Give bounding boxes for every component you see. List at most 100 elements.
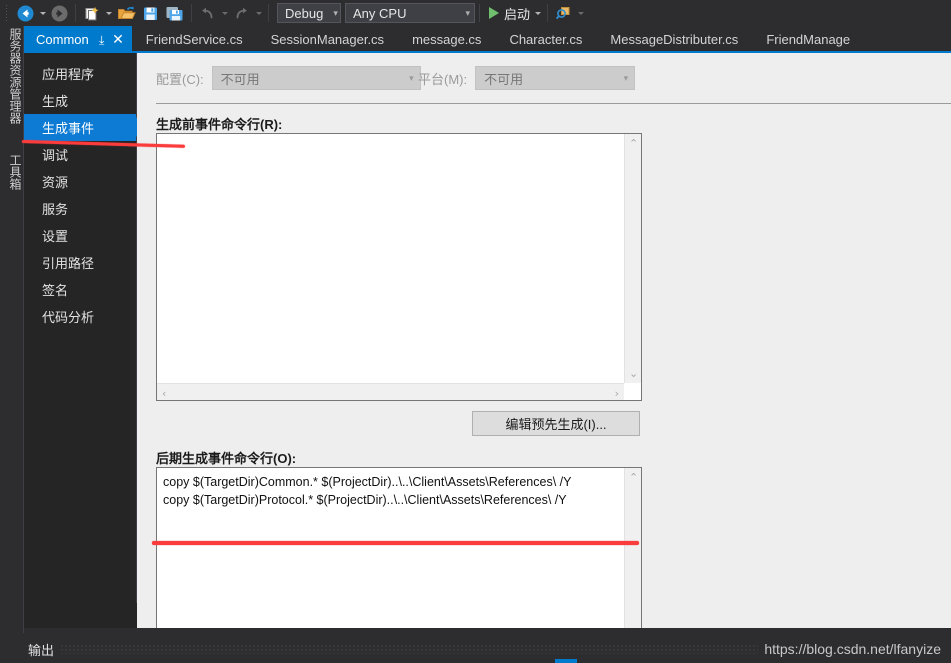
tab-label: FriendManage — [766, 32, 851, 47]
start-debug-label: 启动 — [504, 6, 531, 22]
toolbar-overflow-icon[interactable] — [575, 2, 586, 24]
status-dotted-filler — [60, 644, 759, 654]
properties-category-list: 应用程序 生成 生成事件 调试 资源 服务 设置 引用路径 签名 代码分析 — [24, 53, 145, 628]
configuration-row: 配置(C): 不可用 ▾ — [156, 66, 421, 90]
pre-build-horizontal-scrollbar[interactable]: ‹ › — [157, 383, 624, 400]
category-label: 应用程序 — [42, 67, 95, 82]
properties-panel-bottom-filler — [24, 603, 137, 628]
pre-build-label: 生成前事件命令行(R): — [156, 117, 283, 132]
category-signing[interactable]: 签名 — [24, 276, 136, 303]
post-build-line: copy $(TargetDir)Protocol.* $(ProjectDir… — [163, 493, 567, 507]
tab-character[interactable]: Character.cs — [495, 26, 596, 53]
chevron-down-icon: ▾ — [623, 72, 629, 83]
category-label: 调试 — [42, 148, 69, 163]
chevron-down-icon: ▾ — [465, 7, 470, 18]
open-folder-icon[interactable] — [114, 2, 139, 24]
chevron-down-icon: ▾ — [409, 72, 414, 83]
taskbar-accent-chip — [555, 659, 577, 663]
category-resources[interactable]: 资源 — [24, 168, 136, 195]
category-settings[interactable]: 设置 — [24, 222, 136, 249]
toolbar-grip[interactable] — [0, 0, 14, 26]
platform-combo[interactable]: Any CPU ▾ — [345, 3, 475, 23]
redo-icon[interactable] — [230, 2, 253, 24]
tab-label: message.cs — [412, 32, 482, 47]
chevron-down-icon: ▾ — [333, 7, 338, 18]
undo-dropdown-icon[interactable] — [219, 2, 230, 24]
output-label[interactable]: 输出 — [28, 640, 54, 659]
save-all-icon[interactable] — [162, 2, 187, 24]
new-item-dropdown-icon[interactable] — [103, 2, 114, 24]
tab-friendservice[interactable]: FriendService.cs — [132, 26, 257, 53]
undo-icon[interactable] — [196, 2, 219, 24]
platform-combo-value: Any CPU — [353, 5, 407, 21]
new-item-icon[interactable] — [80, 2, 103, 24]
category-label: 代码分析 — [42, 310, 95, 325]
redo-dropdown-icon[interactable] — [253, 2, 264, 24]
close-icon[interactable]: ✕ — [112, 33, 124, 47]
category-services[interactable]: 服务 — [24, 195, 136, 222]
pre-build-command-textarea[interactable]: ⌃ ⌄ ‹ › — [156, 133, 642, 401]
platform-value: 不可用 — [484, 71, 524, 87]
platform-select[interactable]: 不可用 ▾ — [475, 66, 636, 90]
toolbar-separator — [75, 4, 76, 22]
navigate-forward-icon[interactable] — [48, 2, 71, 24]
tab-sessionmanager[interactable]: SessionManager.cs — [257, 26, 398, 53]
category-reference-paths[interactable]: 引用路径 — [24, 249, 136, 276]
tab-label: SessionManager.cs — [270, 32, 385, 47]
category-label: 服务 — [42, 202, 69, 217]
category-build-events[interactable]: 生成事件 — [24, 114, 145, 141]
scroll-up-icon[interactable]: ⌃ — [629, 472, 638, 483]
server-explorer-tab[interactable]: 服务器资源管理器 — [0, 28, 24, 158]
scroll-up-icon[interactable]: ⌃ — [629, 138, 638, 149]
pre-build-text-content[interactable] — [157, 134, 624, 383]
category-label: 引用路径 — [42, 256, 95, 271]
navigate-back-icon[interactable] — [14, 2, 37, 24]
tab-common[interactable]: Common ⤓ ✕ — [24, 26, 132, 53]
toolbar-separator-3 — [268, 4, 269, 22]
post-build-line: copy $(TargetDir)Common.* $(ProjectDir).… — [163, 475, 572, 489]
tab-messagedistributer[interactable]: MessageDistributer.cs — [596, 26, 752, 53]
bottom-splitter[interactable] — [24, 628, 951, 635]
tab-label: FriendService.cs — [145, 32, 243, 47]
configuration-value: 不可用 — [220, 71, 260, 87]
platform-row: 平台(M): 不可用 ▾ — [418, 66, 636, 90]
document-tab-bar: Common ⤓ ✕ FriendService.cs SessionManag… — [0, 26, 951, 53]
tab-label: Common — [36, 32, 89, 47]
category-label: 生成 — [42, 94, 69, 109]
annotation-line-postbuild — [152, 541, 639, 545]
scroll-left-icon[interactable]: ‹ — [162, 388, 166, 399]
post-build-label: 后期生成事件命令行(O): — [156, 451, 297, 466]
category-label: 生成事件 — [42, 121, 95, 136]
watermark-text: https://blog.csdn.net/lfanyize — [764, 641, 941, 657]
scroll-right-icon[interactable]: › — [615, 388, 619, 399]
pin-icon[interactable]: ⤓ — [99, 33, 104, 47]
category-label: 签名 — [42, 283, 69, 298]
scroll-down-icon[interactable]: ⌄ — [629, 368, 638, 379]
left-vertical-dock: 服务器资源管理器 工具箱 — [0, 26, 24, 633]
tab-label: Character.cs — [509, 32, 583, 47]
output-status-bar: 输出 https://blog.csdn.net/lfanyize — [0, 635, 951, 663]
start-debug-button[interactable]: 启动 — [484, 2, 532, 24]
main-toolbar: Debug ▾ Any CPU ▾ 启动 — [0, 0, 951, 26]
toolbox-tab[interactable]: 工具箱 — [0, 154, 24, 214]
pre-build-vertical-scrollbar[interactable]: ⌃ ⌄ — [624, 134, 641, 383]
navigate-back-dropdown-icon[interactable] — [37, 2, 48, 24]
section-divider — [156, 103, 951, 104]
platform-label: 平台(M): — [418, 71, 468, 87]
configuration-select[interactable]: 不可用 ▾ — [211, 66, 421, 90]
toolbar-separator-4 — [479, 4, 480, 22]
tab-friendmanage[interactable]: FriendManage — [752, 26, 864, 53]
search-icon[interactable] — [552, 2, 575, 24]
category-build[interactable]: 生成 — [24, 87, 136, 114]
play-icon — [489, 7, 499, 19]
start-debug-dropdown-icon[interactable] — [532, 2, 543, 24]
configuration-combo[interactable]: Debug ▾ — [277, 3, 341, 23]
edit-prebuild-button[interactable]: 编辑预先生成(I)... — [472, 411, 640, 436]
tab-message[interactable]: message.cs — [398, 26, 495, 53]
toolbar-separator-2 — [191, 4, 192, 22]
save-icon[interactable] — [139, 2, 162, 24]
category-code-analysis[interactable]: 代码分析 — [24, 303, 136, 330]
configuration-combo-value: Debug — [285, 5, 324, 21]
category-application[interactable]: 应用程序 — [24, 60, 136, 87]
visual-studio-window: Debug ▾ Any CPU ▾ 启动 Common ⤓ ✕ FriendSe… — [0, 0, 951, 663]
